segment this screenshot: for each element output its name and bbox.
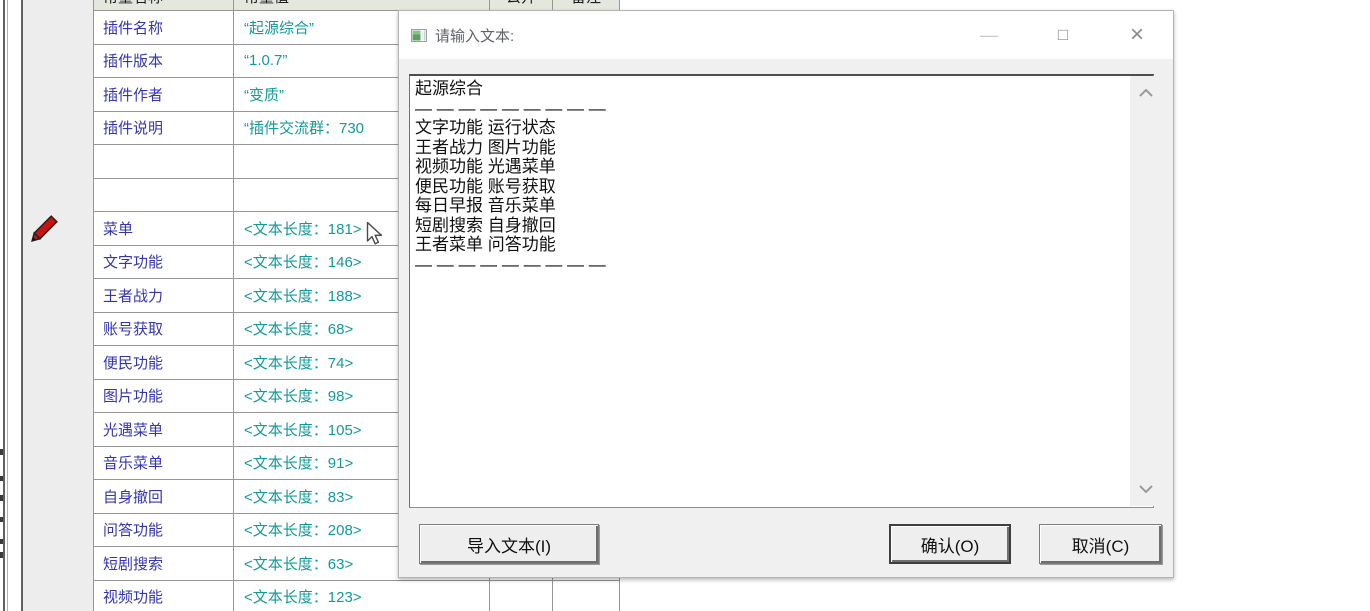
constant-name-cell[interactable]: 菜单 <box>94 212 234 246</box>
constant-name-cell[interactable]: 插件说明 <box>94 112 234 146</box>
left-edge-artifact <box>0 495 3 501</box>
cancel-button[interactable]: 取消(C) <box>1039 524 1162 564</box>
left-edge-artifact <box>0 517 3 522</box>
constant-name-cell[interactable]: 便民功能 <box>94 346 234 380</box>
confirm-button[interactable]: 确认(O) <box>889 524 1011 564</box>
left-edge-artifact <box>0 539 3 544</box>
constant-name-cell[interactable]: 自身撤回 <box>94 480 234 514</box>
panel-divider-line <box>7 0 8 611</box>
input-text-dialog: 请输入文本: — □ × 起源综合 — — — — — — — — — 文字功能… <box>398 10 1174 578</box>
scroll-down-icon[interactable] <box>1130 474 1162 504</box>
text-input-area[interactable]: 起源综合 — — — — — — — — — 文字功能 运行状态 王者战力 图片… <box>409 74 1154 508</box>
dialog-titlebar[interactable]: 请输入文本: — □ × <box>399 11 1173 59</box>
constant-name-cell[interactable]: 音乐菜单 <box>94 447 234 481</box>
mouse-cursor <box>366 222 388 248</box>
table-row: 视频功能 <文本长度：123> <box>94 581 620 611</box>
import-text-button[interactable]: 导入文本(I) <box>419 524 599 564</box>
minimize-icon[interactable]: — <box>967 11 1011 59</box>
constant-value-cell[interactable]: <文本长度：123> <box>234 581 490 611</box>
constant-name-cell[interactable]: 短剧搜索 <box>94 547 234 581</box>
dialog-title: 请输入文本: <box>435 25 514 46</box>
maximize-icon[interactable]: □ <box>1041 11 1085 59</box>
constant-name-cell[interactable]: 图片功能 <box>94 380 234 414</box>
panel-divider-line <box>3 0 5 611</box>
constant-name-cell[interactable]: 插件作者 <box>94 78 234 112</box>
constant-name-cell[interactable]: 问答功能 <box>94 514 234 548</box>
constant-note-cell[interactable] <box>553 581 620 611</box>
constant-name-cell[interactable]: 视频功能 <box>94 581 234 611</box>
screen: 常量名称 常量值 公开 备注 插件名称 “起源综合” 插件版本 “1.0.7” … <box>0 0 1370 611</box>
constant-name-cell[interactable]: 光遇菜单 <box>94 413 234 447</box>
left-edge-artifact <box>0 476 3 481</box>
constant-name-cell[interactable]: 插件版本 <box>94 45 234 79</box>
constant-public-cell[interactable] <box>490 581 553 611</box>
left-edge-artifact <box>0 449 3 455</box>
form-window-icon <box>411 29 427 42</box>
red-pen-icon <box>22 212 66 256</box>
constant-name-cell[interactable] <box>94 179 234 213</box>
close-icon[interactable]: × <box>1115 11 1159 59</box>
textarea-scrollbar[interactable] <box>1130 76 1162 506</box>
scroll-up-icon[interactable] <box>1130 78 1162 108</box>
left-edge-artifact <box>0 552 3 558</box>
constant-name-cell[interactable] <box>94 145 234 179</box>
constant-name-cell[interactable]: 王者战力 <box>94 279 234 313</box>
window-controls: — □ × <box>937 11 1159 59</box>
constant-name-cell[interactable]: 账号获取 <box>94 313 234 347</box>
left-gutter <box>23 0 93 611</box>
constant-name-cell[interactable]: 文字功能 <box>94 246 234 280</box>
column-header-constant-name[interactable]: 常量名称 <box>94 0 234 11</box>
constant-name-cell[interactable]: 插件名称 <box>94 11 234 45</box>
